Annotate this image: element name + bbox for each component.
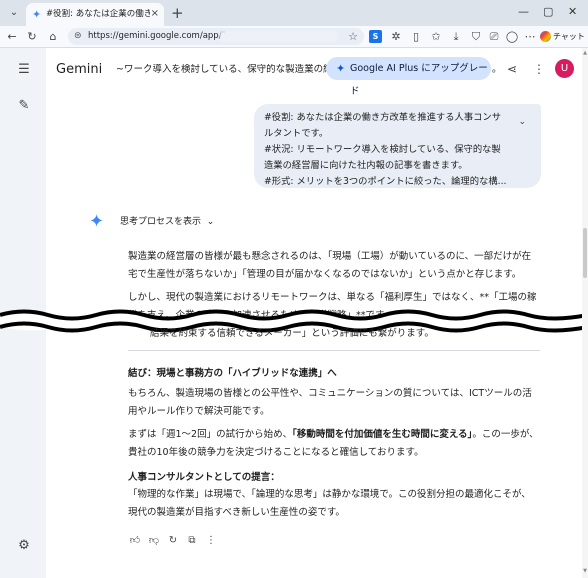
show-thinking-toggle[interactable]: 思考プロセスを表示 ⌄ bbox=[120, 216, 214, 228]
url-redacted bbox=[220, 31, 338, 42]
profile-icon[interactable]: ◯ bbox=[504, 29, 520, 44]
scroll-up-icon[interactable]: ▲ bbox=[582, 50, 588, 56]
gemini-favicon-icon: ✦ bbox=[32, 8, 42, 21]
user-prompt-bubble: #役割: あなたは企業の働き方改革を推進する人事コンサ ルタントです。 #状況:… bbox=[254, 104, 541, 188]
regenerate-icon[interactable]: ↻ bbox=[166, 535, 180, 547]
copy-icon[interactable]: ⧉ bbox=[185, 535, 199, 547]
thumbs-down-icon[interactable]: 👎︎ bbox=[147, 535, 161, 547]
reload-icon[interactable]: ↻ bbox=[24, 29, 40, 44]
copilot-chat-button[interactable]: チャット bbox=[540, 29, 585, 45]
more-menu-icon[interactable]: ⋯ bbox=[522, 29, 538, 44]
response-paragraph: まずは「週1〜2回」の試行から始め、「移動時間を付加価値を生む時間に変える」。こ… bbox=[128, 426, 540, 462]
prompt-line: #役割: あなたは企業の働き方改革を推進する人事コンサ bbox=[264, 112, 502, 123]
maximize-button[interactable]: ▢ bbox=[543, 5, 553, 19]
app-title[interactable]: Gemini bbox=[56, 62, 102, 78]
split-screen-icon[interactable]: ▯ bbox=[408, 29, 424, 44]
site-info-icon[interactable]: ⊜ bbox=[74, 29, 82, 44]
avatar[interactable]: U bbox=[555, 59, 574, 78]
section-heading: 結び：現場と事務方の「ハイブリッドな連携」へ bbox=[128, 368, 337, 379]
new-tab-button[interactable]: + bbox=[171, 4, 184, 22]
extension-puzzle-icon[interactable]: ✲ bbox=[388, 29, 404, 44]
section-divider bbox=[128, 350, 540, 351]
upgrade-label: Google AI Plus にアップグレード bbox=[350, 63, 488, 97]
expand-prompt-chevron-icon[interactable]: ⌄ bbox=[518, 116, 526, 128]
back-icon[interactable]: ← bbox=[4, 29, 20, 44]
response-paragraph: もちろん、製造現場の皆様との公平性や、コミュニケーションの質については、ICTツ… bbox=[128, 388, 532, 417]
section-heading: 人事コンサルタントとしての提言： bbox=[128, 472, 280, 483]
copilot-icon bbox=[540, 31, 551, 42]
extension-s-icon[interactable]: S bbox=[369, 30, 382, 43]
shield-icon[interactable]: ⛉ bbox=[468, 29, 484, 44]
response-paragraph: 「物理的な作業」は現場で、「論理的な思考」は静かな環境で。この役割分担の最適化こ… bbox=[128, 489, 531, 518]
more-options-icon[interactable]: ⋮ bbox=[533, 62, 545, 76]
response-paragraph: 製造業の経営層の皆様が最も懸念されるのは、「現場（工場）が動いているのに、一部だ… bbox=[128, 251, 532, 280]
gemini-spark-icon: ✦ bbox=[89, 211, 105, 232]
tab-close-icon[interactable]: × bbox=[151, 8, 159, 20]
gear-icon[interactable]: ⚙ bbox=[16, 538, 32, 554]
scroll-thumb[interactable] bbox=[583, 228, 587, 278]
page-scrollbar[interactable]: ▲ ▼ bbox=[582, 48, 588, 578]
share-icon[interactable]: ⋖ bbox=[507, 62, 517, 76]
new-chat-icon[interactable]: ✎ bbox=[16, 98, 32, 114]
browser-toolbar: ← ↻ ⌂ ⊜ https://gemini.google.com/app/1 … bbox=[0, 26, 588, 48]
prompt-line: 造業の経営層に向けた社内報の記事を書きます。 bbox=[264, 160, 468, 171]
tab-search-icon[interactable]: ⌄ bbox=[5, 4, 23, 22]
response-paragraph-fragment: 結果を約束する信頼できるメーカー」という評価にも繋がります。 bbox=[150, 328, 434, 339]
sparkle-icon: ✦ bbox=[336, 62, 346, 75]
browser-tab-strip: ⌄ ✦ #役割: あなたは企業の働き方改革を推 × + — ▢ ✕ bbox=[0, 0, 588, 26]
chevron-down-icon: ⌄ bbox=[203, 217, 215, 227]
prompt-line: ルタントです。 bbox=[264, 128, 329, 139]
browser-tab-gemini[interactable]: ✦ #役割: あなたは企業の働き方改革を推 × bbox=[26, 3, 164, 26]
thumbs-up-icon[interactable]: 👍︎ bbox=[128, 535, 142, 547]
screenshot-icon[interactable]: ⎚ bbox=[486, 29, 502, 44]
upgrade-button[interactable]: ✦ Google AI Plus にアップグレード bbox=[326, 57, 491, 97]
thinking-label: 思考プロセスを表示 bbox=[120, 217, 202, 227]
prompt-line: #形式: メリットを3つのポイントに絞った、論理的な構... bbox=[264, 176, 507, 187]
conversation-title-tail: 。 bbox=[492, 64, 502, 75]
favorites-icon[interactable]: ✩ bbox=[428, 29, 444, 44]
address-bar[interactable]: ⊜ https://gemini.google.com/app/1 ☆ bbox=[68, 28, 364, 45]
emphasis-text: 「移動時間を付加価値を生む時間に変える」 bbox=[292, 429, 473, 440]
menu-icon[interactable]: ☰ bbox=[16, 62, 32, 78]
tab-title: #役割: あなたは企業の働き方改革を推 bbox=[46, 9, 150, 19]
scroll-down-icon[interactable]: ▼ bbox=[582, 568, 588, 574]
paragraph-text: まずは「週1〜2回」の試行から始め、 bbox=[128, 429, 293, 440]
prompt-line: #状況: リモートワーク導入を検討している、保守的な製 bbox=[264, 144, 501, 155]
conversation-title[interactable]: ~ワーク導入を検討している、保守的な製造業の経 bbox=[116, 64, 336, 76]
home-icon[interactable]: ⌂ bbox=[45, 29, 61, 44]
download-icon[interactable]: ⤓ bbox=[448, 29, 464, 44]
url-text: https://gemini.google.com/app/1 bbox=[88, 31, 227, 41]
close-window-button[interactable]: ✕ bbox=[568, 5, 577, 19]
bookmark-star-icon[interactable]: ☆ bbox=[348, 29, 358, 44]
chat-label: チャット bbox=[553, 32, 585, 41]
more-actions-icon[interactable]: ⋮ bbox=[204, 535, 218, 547]
minimize-button[interactable]: — bbox=[518, 5, 529, 19]
